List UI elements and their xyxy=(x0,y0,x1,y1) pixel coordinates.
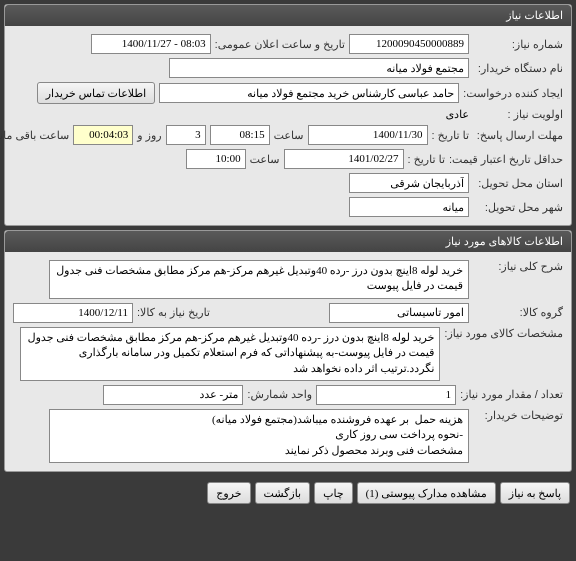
remain-label: ساعت باقی مانده xyxy=(0,129,69,142)
deadline-label: مهلت ارسال پاسخ: xyxy=(473,129,563,142)
contact-buyer-button[interactable]: اطلاعات تماس خریدار xyxy=(37,82,155,104)
need-number-input[interactable] xyxy=(349,34,469,54)
spec-input[interactable] xyxy=(20,327,440,381)
summary-input[interactable] xyxy=(49,260,469,299)
notes-input[interactable] xyxy=(49,409,469,463)
deadline-date-input[interactable] xyxy=(308,125,428,145)
timer-input xyxy=(73,125,133,145)
deadline-time-input[interactable] xyxy=(210,125,270,145)
deadline-to-label: تا تاریخ : xyxy=(432,129,469,142)
need-until-label: تاریخ نیاز به کالا: xyxy=(137,306,210,319)
price-validity-label: حداقل تاریخ اعتبار قیمت: xyxy=(449,153,563,166)
buyer-org-input[interactable] xyxy=(169,58,469,78)
print-button[interactable]: چاپ xyxy=(314,482,353,504)
reply-button[interactable]: پاسخ به نیاز xyxy=(500,482,570,504)
city-label: شهر محل تحویل: xyxy=(473,201,563,214)
unit-input[interactable] xyxy=(103,385,243,405)
price-validity-time-input[interactable] xyxy=(186,149,246,169)
priority-label: اولویت نیاز : xyxy=(473,108,563,121)
bottom-toolbar: پاسخ به نیاز مشاهده مدارک پیوستی (1) چاپ… xyxy=(0,476,576,510)
need-until-input[interactable] xyxy=(13,303,133,323)
goods-info-header: اطلاعات کالاهای مورد نیاز xyxy=(5,231,571,252)
requester-label: ایجاد کننده درخواست: xyxy=(463,87,563,100)
qty-label: تعداد / مقدار مورد نیاز: xyxy=(460,388,563,401)
qty-input[interactable] xyxy=(316,385,456,405)
price-validity-time-label: ساعت xyxy=(250,153,280,166)
province-input[interactable] xyxy=(349,173,469,193)
announce-input[interactable] xyxy=(91,34,211,54)
days-and-label: روز و xyxy=(137,129,161,142)
group-input[interactable] xyxy=(329,303,469,323)
unit-label: واحد شمارش: xyxy=(247,388,312,401)
attachments-button[interactable]: مشاهده مدارک پیوستی (1) xyxy=(357,482,496,504)
summary-label: شرح کلی نیاز: xyxy=(473,260,563,273)
priority-value: عادی xyxy=(446,108,469,121)
group-label: گروه کالا: xyxy=(473,306,563,319)
city-input[interactable] xyxy=(349,197,469,217)
requester-input[interactable] xyxy=(159,83,459,103)
exit-button[interactable]: خروج xyxy=(207,482,250,504)
notes-label: توضیحات خریدار: xyxy=(473,409,563,422)
price-validity-date-input[interactable] xyxy=(284,149,404,169)
back-button[interactable]: بازگشت xyxy=(255,482,311,504)
need-info-header: اطلاعات نیاز xyxy=(5,5,571,26)
need-info-panel: اطلاعات نیاز شماره نیاز: تاریخ و ساعت اع… xyxy=(4,4,572,226)
need-number-label: شماره نیاز: xyxy=(473,38,563,51)
province-label: استان محل تحویل: xyxy=(473,177,563,190)
price-validity-to-label: تا تاریخ : xyxy=(408,153,445,166)
need-info-body: شماره نیاز: تاریخ و ساعت اعلان عمومی: نا… xyxy=(5,26,571,225)
goods-info-panel: اطلاعات کالاهای مورد نیاز شرح کلی نیاز: … xyxy=(4,230,572,472)
goods-info-body: شرح کلی نیاز: گروه کالا: تاریخ نیاز به ک… xyxy=(5,252,571,471)
announce-label: تاریخ و ساعت اعلان عمومی: xyxy=(215,38,345,51)
buyer-org-label: نام دستگاه خریدار: xyxy=(473,62,563,75)
spec-label: مشخصات کالای مورد نیاز: xyxy=(444,327,563,340)
days-remaining-input[interactable] xyxy=(166,125,206,145)
deadline-time-label: ساعت xyxy=(274,129,304,142)
